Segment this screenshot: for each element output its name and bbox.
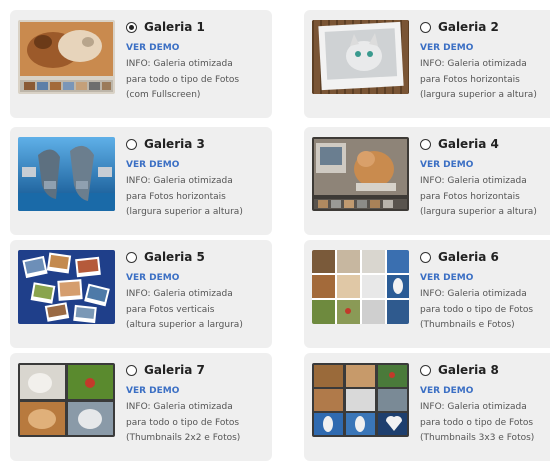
gallery-info: INFO: Galeria otimizada para Fotos verti… (126, 289, 243, 330)
gallery-thumbnail[interactable] (18, 20, 115, 94)
gallery-info: INFO: Galeria otimizada para Fotos horiz… (420, 59, 537, 100)
gallery-title: Galeria 6 (438, 250, 499, 264)
radio-unchecked-icon[interactable] (420, 21, 431, 33)
gallery-title: Galeria 7 (144, 363, 205, 377)
gallery-card-2: Galeria 2 VER DEMO INFO: Galeria otimiza… (304, 10, 550, 118)
gallery-radio-5[interactable]: Galeria 5 (126, 249, 205, 265)
gallery-radio-6[interactable]: Galeria 6 (420, 249, 499, 265)
ver-demo-link[interactable]: VER DEMO (420, 43, 473, 53)
gallery-card-1: Galeria 1 VER DEMO INFO: Galeria otimiza… (10, 10, 272, 118)
ver-demo-link[interactable]: VER DEMO (126, 160, 179, 170)
radio-unchecked-icon[interactable] (126, 364, 137, 376)
gallery-thumbnail[interactable] (18, 137, 115, 211)
gallery-card-5: Galeria 5 VER DEMO INFO: Galeria otimiza… (10, 240, 272, 348)
ver-demo-link[interactable]: VER DEMO (126, 43, 179, 53)
radio-unchecked-icon[interactable] (420, 251, 431, 263)
gallery-title: Galeria 4 (438, 137, 499, 151)
gallery-radio-4[interactable]: Galeria 4 (420, 136, 499, 152)
ver-demo-link[interactable]: VER DEMO (126, 386, 179, 396)
gallery-card-4: Galeria 4 VER DEMO INFO: Galeria otimiza… (304, 127, 550, 235)
radio-unchecked-icon[interactable] (126, 138, 137, 150)
gallery-info: INFO: Galeria otimizada para todo o tipo… (420, 402, 535, 443)
gallery-info: INFO: Galeria otimizada para Fotos horiz… (126, 176, 243, 217)
gallery-info: INFO: Galeria otimizada para todo o tipo… (126, 59, 240, 100)
radio-unchecked-icon[interactable] (126, 251, 137, 263)
gallery-info: INFO: Galeria otimizada para todo o tipo… (420, 289, 534, 330)
gallery-card-3: Galeria 3 VER DEMO INFO: Galeria otimiza… (10, 127, 272, 235)
radio-checked-icon[interactable] (126, 21, 137, 33)
ver-demo-link[interactable]: VER DEMO (420, 273, 473, 283)
gallery-card-7: Galeria 7 VER DEMO INFO: Galeria otimiza… (10, 353, 272, 461)
radio-unchecked-icon[interactable] (420, 138, 431, 150)
gallery-thumbnail[interactable] (18, 250, 115, 324)
gallery-card-8: Galeria 8 VER DEMO INFO: Galeria otimiza… (304, 353, 550, 461)
gallery-thumbnail[interactable] (312, 250, 409, 324)
gallery-thumbnail[interactable] (312, 20, 409, 94)
gallery-thumbnail[interactable] (312, 363, 409, 437)
radio-unchecked-icon[interactable] (420, 364, 431, 376)
gallery-thumbnail[interactable] (312, 137, 409, 211)
gallery-info: INFO: Galeria otimizada para todo o tipo… (126, 402, 241, 443)
gallery-radio-7[interactable]: Galeria 7 (126, 362, 205, 378)
gallery-info: INFO: Galeria otimizada para Fotos horiz… (420, 176, 537, 217)
gallery-thumbnail[interactable] (18, 363, 115, 437)
ver-demo-link[interactable]: VER DEMO (420, 386, 473, 396)
gallery-radio-1[interactable]: Galeria 1 (126, 19, 205, 35)
gallery-radio-3[interactable]: Galeria 3 (126, 136, 205, 152)
gallery-title: Galeria 3 (144, 137, 205, 151)
gallery-radio-8[interactable]: Galeria 8 (420, 362, 499, 378)
gallery-title: Galeria 8 (438, 363, 499, 377)
ver-demo-link[interactable]: VER DEMO (126, 273, 179, 283)
ver-demo-link[interactable]: VER DEMO (420, 160, 473, 170)
gallery-card-6: Galeria 6 VER DEMO INFO: Galeria otimiza… (304, 240, 550, 348)
gallery-title: Galeria 2 (438, 20, 499, 34)
gallery-title: Galeria 1 (144, 20, 205, 34)
gallery-title: Galeria 5 (144, 250, 205, 264)
gallery-radio-2[interactable]: Galeria 2 (420, 19, 499, 35)
